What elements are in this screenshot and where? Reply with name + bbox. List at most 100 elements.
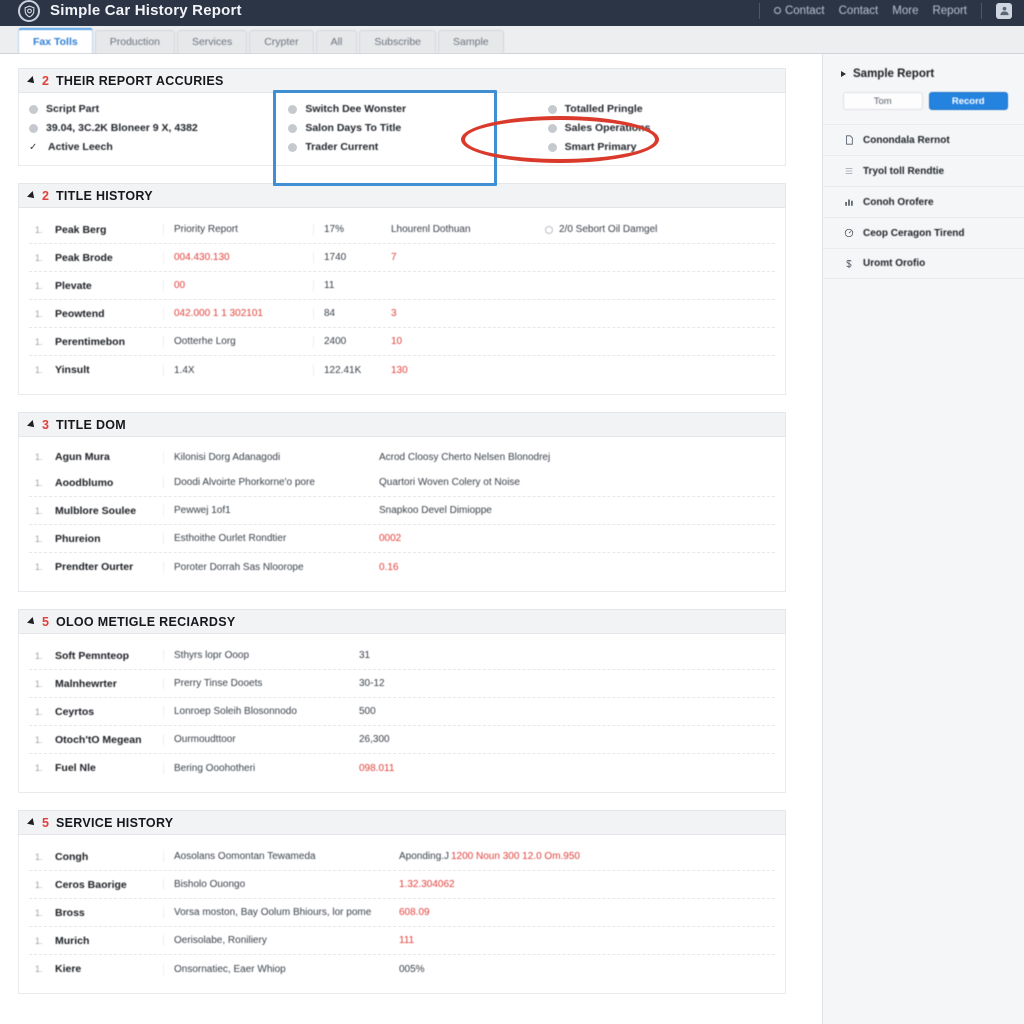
table-row[interactable]: 1. Agun Mura Kilonisi Dorg Adanagodi Acr…: [29, 445, 775, 469]
section-badge: 5: [42, 815, 49, 830]
table-row[interactable]: 1. Plevate 00 11: [29, 272, 775, 300]
row-label: Prendter Ourter: [55, 561, 134, 573]
table-row[interactable]: 1. Ceros Baorige Bisholo Ouongo 1.32.304…: [29, 871, 775, 899]
table-row[interactable]: 1. Congh Aosolans Oomontan Tewameda Apon…: [29, 843, 775, 871]
tab-0[interactable]: Fax Tolls: [18, 28, 93, 53]
row-label: Aoodblumo: [55, 476, 114, 489]
table-row[interactable]: 1. Malnhewrter Prerry Tinse Dooets 30-12: [29, 670, 775, 698]
section-header[interactable]: 5 OLOO METIGLE RECIARDSY: [18, 609, 786, 634]
section-header[interactable]: 3 TITLE DOM: [18, 412, 786, 437]
section-header[interactable]: 5 SERVICE HISTORY: [18, 810, 786, 835]
sidebar-header[interactable]: Sample Report: [823, 68, 1024, 92]
row-index: 1.: [35, 562, 43, 572]
list-item[interactable]: ✓ Active Leech: [29, 141, 262, 153]
table-row[interactable]: 1. Peowtend 042.000 1 1 302101 84 3: [29, 300, 775, 328]
report-content: 2 THEIR REPORT ACCURIES Script Part 39.0…: [0, 54, 822, 1024]
tab-1[interactable]: Production: [94, 30, 175, 53]
sidebar-item-0-label: Conondala Rernot: [863, 134, 950, 146]
table-row[interactable]: 1. Soft Pemnteop Sthyrs lopr Ooop 31: [29, 642, 775, 670]
sidebar-item-2[interactable]: Conoh Orofere: [823, 186, 1024, 217]
section-title-dom: 3 TITLE DOM 1. Agun Mura Kilonisi Dorg A…: [18, 412, 786, 592]
primary-button[interactable]: Record: [928, 92, 1008, 110]
list-item[interactable]: Totalled Pringle: [547, 103, 781, 115]
list-item[interactable]: Smart Primary: [547, 141, 781, 153]
sidebar-item-4[interactable]: Uromt Orofio: [823, 248, 1024, 279]
section-service-history: 5 SERVICE HISTORY 1. Congh Aosolans Oomo…: [18, 810, 786, 994]
nav-item-2[interactable]: More: [892, 5, 918, 17]
user-avatar-icon[interactable]: [996, 2, 1012, 19]
row-col-a: Onsornatiec, Eaer Whiop: [163, 963, 393, 975]
list-item[interactable]: 39.04, 3C.2K Bloneer 9 X, 4382: [29, 122, 262, 134]
table-row[interactable]: 1. Kiere Onsornatiec, Eaer Whiop 005%: [29, 955, 775, 983]
row-label: Peowtend: [55, 307, 105, 320]
tab-2[interactable]: Services: [176, 30, 248, 53]
row-col-c: 3: [391, 308, 397, 319]
collapse-caret-icon[interactable]: [27, 190, 37, 201]
row-col-b: 500: [359, 706, 376, 717]
section-title-history: 2 TITLE HISTORY 1. Peak Berg Priority Re…: [18, 183, 786, 395]
row-label: Ceros Baorige: [55, 878, 127, 891]
nav-item-0[interactable]: Contact: [773, 5, 825, 17]
collapse-caret-icon[interactable]: [841, 71, 846, 77]
table-row[interactable]: 1. Perentimebon Ootterhe Lorg 2400 10: [29, 328, 775, 356]
nav-item-3[interactable]: Report: [932, 5, 967, 17]
list-item[interactable]: Sales Operations: [547, 122, 781, 134]
row-index: 1.: [35, 964, 43, 974]
collapse-caret-icon[interactable]: [27, 75, 37, 86]
row-col-a: 004.430.130: [163, 252, 313, 263]
bullet-icon: [547, 104, 557, 114]
table-row[interactable]: 1. Phureion Esthoithe Ourlet Rondtier 00…: [29, 525, 775, 553]
table-row[interactable]: 1. Bross Vorsa moston, Bay Oolum Bhiours…: [29, 899, 775, 927]
table-row[interactable]: 1. Murich Oerisolabe, Roniliery 111: [29, 927, 775, 955]
row-col-b: Acrod Cloosy Cherto Nelsen Blonodrej: [379, 451, 551, 463]
list-item-label: Totalled Pringle: [564, 103, 643, 115]
list-item[interactable]: Salon Days To Title: [288, 122, 521, 134]
table-row[interactable]: 1. Peak Berg Priority Report 17% Lhouren…: [29, 216, 775, 244]
collapse-caret-icon[interactable]: [27, 616, 37, 627]
table-row[interactable]: 1. Fuel Nle Bering Ooohotheri 098.011: [29, 754, 775, 782]
row-col-a: 1.4X: [163, 364, 313, 376]
right-sidebar: Sample Report Tom Record Conondala Rerno…: [822, 54, 1024, 1024]
shield-car-icon: [18, 0, 40, 22]
row-index: 1.: [35, 706, 43, 717]
table-row[interactable]: 1. Otoch'tO Megean Ourmoudttoor 26,300: [29, 726, 775, 754]
row-col-b: 1740: [313, 252, 385, 263]
row-col-b: Quartori Woven Colery ot Noise: [379, 477, 520, 488]
row-col-d: 2/0 Sebort Oil Damgel: [545, 224, 775, 235]
row-col-c: 1200 Noun 300 12.0 Om.950: [451, 851, 580, 862]
list-item[interactable]: Script Part: [29, 103, 262, 115]
row-label: Agun Mura: [55, 451, 110, 463]
section-header[interactable]: 2 THEIR REPORT ACCURIES: [18, 68, 786, 93]
section-header[interactable]: 2 TITLE HISTORY: [18, 183, 786, 208]
sidebar-item-1[interactable]: Tryol toll Rendtie: [823, 155, 1024, 186]
table-row[interactable]: 1. Mulblore Soulee Pewwej 1of1 Snapkoo D…: [29, 497, 775, 525]
tab-3[interactable]: Crypter: [249, 30, 314, 53]
secondary-button[interactable]: Tom: [843, 92, 923, 110]
table-row[interactable]: 1. Aoodblumo Doodi Alvoirte Phorkorne'o …: [29, 469, 775, 497]
row-index: 1.: [35, 224, 43, 235]
row-label: Peak Brode: [55, 251, 113, 264]
brand[interactable]: Simple Car History Report: [18, 0, 242, 22]
table-row[interactable]: 1. Prendter Ourter Poroter Dorrah Sas Nl…: [29, 553, 775, 581]
collapse-caret-icon[interactable]: [27, 419, 37, 430]
page-body: 2 THEIR REPORT ACCURIES Script Part 39.0…: [0, 54, 1024, 1024]
sidebar-item-0[interactable]: Conondala Rernot: [823, 124, 1024, 155]
row-index: 1.: [35, 678, 43, 689]
table-row[interactable]: 1. Yinsult 1.4X 122.41K 130: [29, 356, 775, 384]
row-col-a: Aosolans Oomontan Tewameda: [163, 851, 393, 862]
tab-5[interactable]: Subscribe: [359, 30, 437, 53]
row-col-a: Poroter Dorrah Sas Nloorope: [163, 561, 373, 573]
row-col-a: Ourmoudttoor: [163, 734, 353, 745]
row-col-a: 042.000 1 1 302101: [163, 308, 313, 319]
table-row[interactable]: 1. Ceyrtos Lonroep Soleih Blosonnodo 500: [29, 698, 775, 726]
section-body: 1. Soft Pemnteop Sthyrs lopr Ooop 31 1. …: [18, 634, 786, 793]
table-row[interactable]: 1. Peak Brode 004.430.130 1740 7: [29, 244, 775, 272]
list-item[interactable]: Trader Current: [288, 141, 521, 153]
tab-6[interactable]: Sample: [438, 30, 504, 53]
nav-item-1[interactable]: Contact: [839, 5, 879, 17]
tab-4[interactable]: All: [315, 30, 358, 53]
collapse-caret-icon[interactable]: [27, 817, 37, 828]
list-item[interactable]: Switch Dee Wonster: [288, 103, 521, 115]
sidebar-item-3[interactable]: Ceop Ceragon Tirend: [823, 217, 1024, 248]
section-body: 1. Agun Mura Kilonisi Dorg Adanagodi Acr…: [18, 437, 786, 592]
